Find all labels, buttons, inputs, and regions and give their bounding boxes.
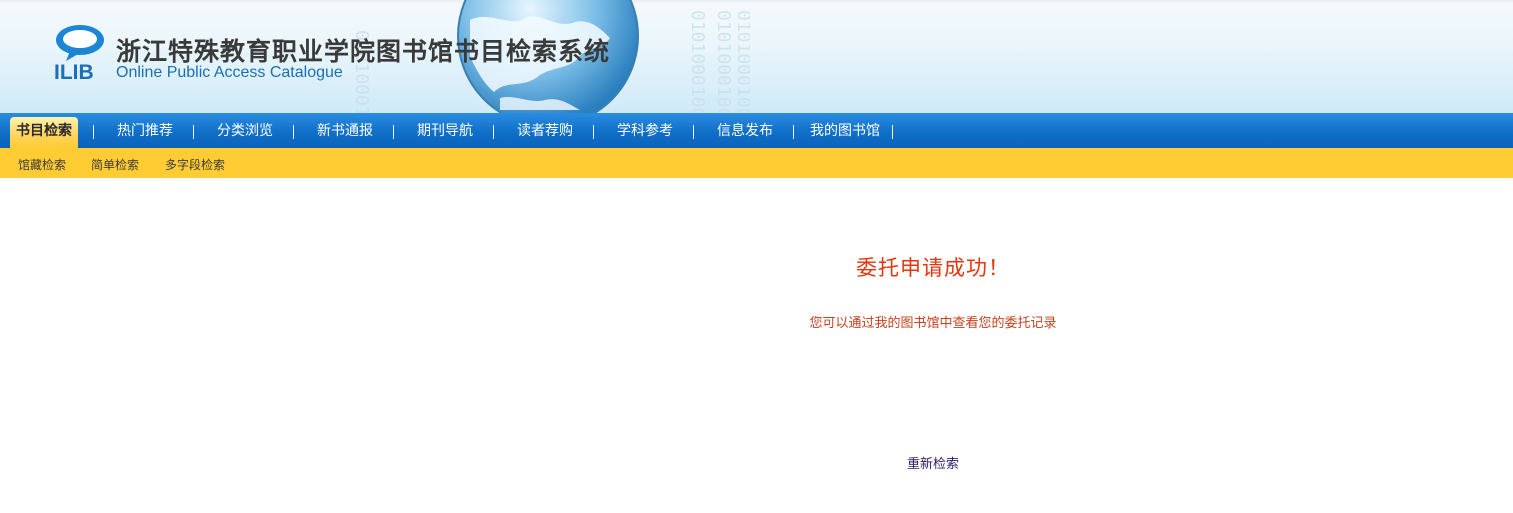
nav-tab-announcements[interactable]: 信息发布 [717, 117, 773, 148]
nav-tab-my-library[interactable]: 我的图书馆 [810, 117, 880, 148]
nav-tab-category-browse[interactable]: 分类浏览 [217, 117, 273, 148]
subnav-multi-field-search[interactable]: 多字段检索 [165, 148, 225, 178]
success-message: 您可以通过我的图书馆中查看您的委托记录 [809, 316, 1057, 331]
success-heading: 委托申请成功！ [856, 256, 1010, 280]
site-title: 浙江特殊教育职业学院图书馆书目检索系统 [116, 37, 611, 66]
nav-tab-new-books[interactable]: 新书通报 [317, 117, 373, 148]
nav-tab-subject-reference[interactable]: 学科参考 [617, 117, 673, 148]
subnav-collection-search[interactable]: 馆藏检索 [18, 148, 66, 178]
nav-separator [593, 125, 594, 139]
svg-text:0101000100101: 0101000100101 [733, 10, 750, 113]
nav-separator [393, 125, 394, 139]
subnav-simple-search[interactable]: 简单检索 [91, 148, 139, 178]
nav-separator [193, 125, 194, 139]
site-header: 0101000100101 0101000100101 010100010010… [0, 0, 1513, 113]
nav-separator [693, 125, 694, 139]
nav-separator [493, 125, 494, 139]
site-subtitle: Online Public Access Catalogue [116, 64, 343, 81]
nav-tab-journal-nav[interactable]: 期刊导航 [417, 117, 473, 148]
ilib-logo-icon: ILIB [52, 24, 108, 84]
nav-separator [793, 125, 794, 139]
research-again-link[interactable]: 重新检索 [860, 453, 1006, 472]
sub-navigation: 馆藏检索 简单检索 多字段检索 [0, 148, 1513, 178]
svg-text:0101000100101: 0101000100101 [687, 10, 708, 113]
nav-separator [293, 125, 294, 139]
nav-tab-reader-recommend[interactable]: 读者荐购 [517, 117, 573, 148]
svg-text:ILIB: ILIB [54, 61, 94, 82]
opac-page: 0101000100101 0101000100101 010100010010… [0, 0, 1513, 513]
svg-text:0101000100101: 0101000100101 [713, 10, 734, 113]
main-navigation: 书目检索 热门推荐 分类浏览 新书通报 期刊导航 读者荐购 学科参考 信息发布 … [0, 113, 1513, 148]
nav-separator [93, 125, 94, 139]
nav-tab-catalog-search[interactable]: 书目检索 [10, 117, 78, 148]
nav-separator [892, 125, 893, 139]
nav-tab-hot-recommend[interactable]: 热门推荐 [117, 117, 173, 148]
